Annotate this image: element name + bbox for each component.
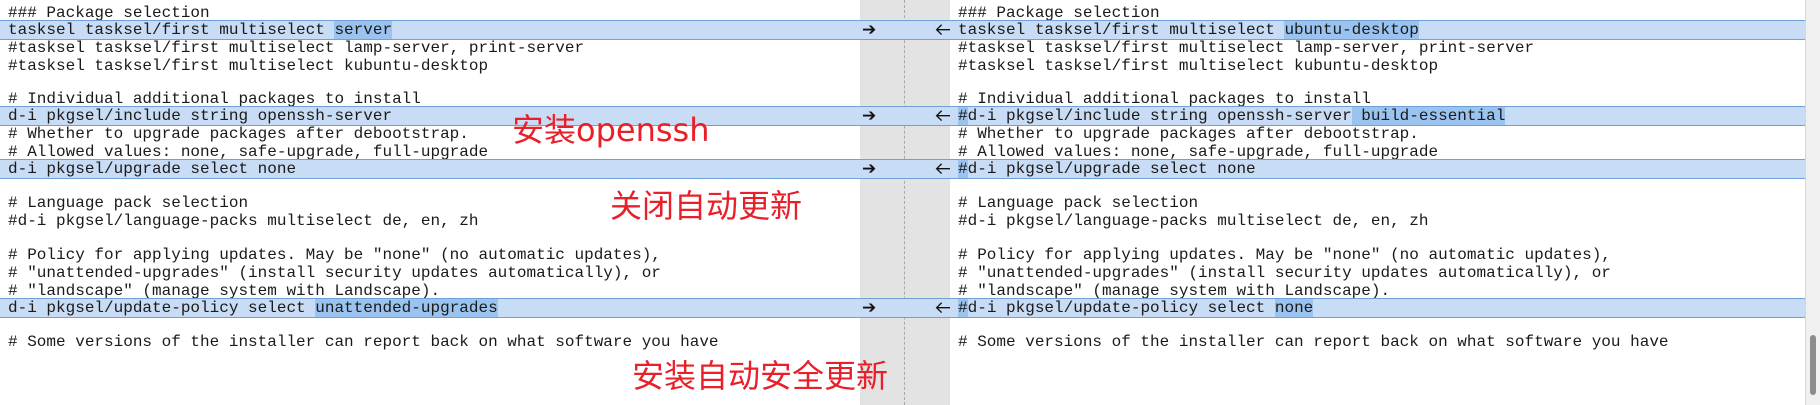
right-diff-1-text: tasksel tasksel/first multiselect — [958, 21, 1285, 39]
left-line-20: # Some versions of the installer can rep… — [8, 333, 719, 351]
right-line-20: # Some versions of the installer can rep… — [958, 333, 1669, 351]
gutter-divider — [904, 0, 905, 405]
right-line-12: # Language pack selection — [958, 194, 1199, 212]
right-line-4: #tasksel tasksel/first multiselect kubun… — [958, 57, 1439, 75]
annotation-install-auto-security-update: 安装自动安全更新 — [632, 357, 889, 395]
right-file-pane[interactable]: ### Package selection tasksel tasksel/fi… — [950, 0, 1805, 405]
right-diff-4-hash: # — [958, 299, 968, 317]
copy-to-right-arrow-icon[interactable]: ➔ — [862, 298, 876, 318]
copy-to-right-arrow-icon[interactable]: ➔ — [862, 159, 876, 179]
left-diff-2-text: d-i pkgsel/include string openssh-server — [8, 107, 393, 125]
diff-compare-window: ### Package selection tasksel tasksel/fi… — [0, 0, 1820, 405]
right-diff-4-text: d-i pkgsel/update-policy select — [967, 299, 1275, 317]
left-line-4: #tasksel tasksel/first multiselect kubun… — [8, 57, 489, 75]
left-diff-line-3[interactable]: d-i pkgsel/upgrade select none — [0, 159, 860, 179]
right-diff-line-3[interactable]: #d-i pkgsel/upgrade select none — [950, 159, 1805, 179]
right-diff-4-highlight: none — [1274, 299, 1314, 317]
right-diff-2-highlight: build-essential — [1351, 107, 1506, 125]
left-diff-line-2[interactable]: d-i pkgsel/include string openssh-server — [0, 106, 860, 126]
diff-gutter: ➔ 🡐 ➔ 🡐 ➔ 🡐 ➔ 🡐 — [860, 0, 980, 405]
right-line-15: # Policy for applying updates. May be "n… — [958, 246, 1611, 264]
left-diff-3-text: d-i pkgsel/upgrade select none — [8, 160, 297, 178]
copy-to-right-arrow-icon[interactable]: ➔ — [862, 20, 876, 40]
right-line-16: # "unattended-upgrades" (install securit… — [958, 264, 1611, 282]
annotation-install-openssh: 安装openssh — [512, 111, 710, 149]
left-line-8: # Whether to upgrade packages after debo… — [8, 125, 469, 143]
right-diff-1-highlight: ubuntu-desktop — [1284, 21, 1419, 39]
right-line-13: #d-i pkgsel/language-packs multiselect d… — [958, 212, 1429, 230]
copy-to-right-arrow-icon[interactable]: ➔ — [862, 106, 876, 126]
annotation-disable-auto-update: 关闭自动更新 — [610, 187, 803, 225]
scrollbar-thumb[interactable] — [1810, 335, 1816, 395]
right-diff-2-text: d-i pkgsel/include string openssh-server — [967, 107, 1352, 125]
vertical-scrollbar[interactable] — [1805, 0, 1820, 405]
left-diff-4-highlight: unattended-upgrades — [315, 299, 498, 317]
left-diff-1-text: tasksel tasksel/first multiselect — [8, 21, 335, 39]
right-diff-line-1[interactable]: tasksel tasksel/first multiselect ubuntu… — [950, 20, 1805, 40]
right-line-8: # Whether to upgrade packages after debo… — [958, 125, 1419, 143]
right-diff-3-hash: # — [958, 160, 968, 178]
left-diff-line-1[interactable]: tasksel tasksel/first multiselect server — [0, 20, 860, 40]
left-line-3: #tasksel tasksel/first multiselect lamp-… — [8, 39, 585, 57]
left-diff-4-text: d-i pkgsel/update-policy select — [8, 299, 316, 317]
left-line-16: # "unattended-upgrades" (install securit… — [8, 264, 661, 282]
right-diff-3-text: d-i pkgsel/upgrade select none — [967, 160, 1256, 178]
left-diff-1-highlight: server — [334, 21, 393, 39]
right-line-3: #tasksel tasksel/first multiselect lamp-… — [958, 39, 1535, 57]
left-line-15: # Policy for applying updates. May be "n… — [8, 246, 661, 264]
left-diff-line-4[interactable]: d-i pkgsel/update-policy select unattend… — [0, 298, 860, 318]
right-diff-line-2[interactable]: #d-i pkgsel/include string openssh-serve… — [950, 106, 1805, 126]
right-diff-2-hash: # — [958, 107, 968, 125]
right-diff-line-4[interactable]: #d-i pkgsel/update-policy select none — [950, 298, 1805, 318]
